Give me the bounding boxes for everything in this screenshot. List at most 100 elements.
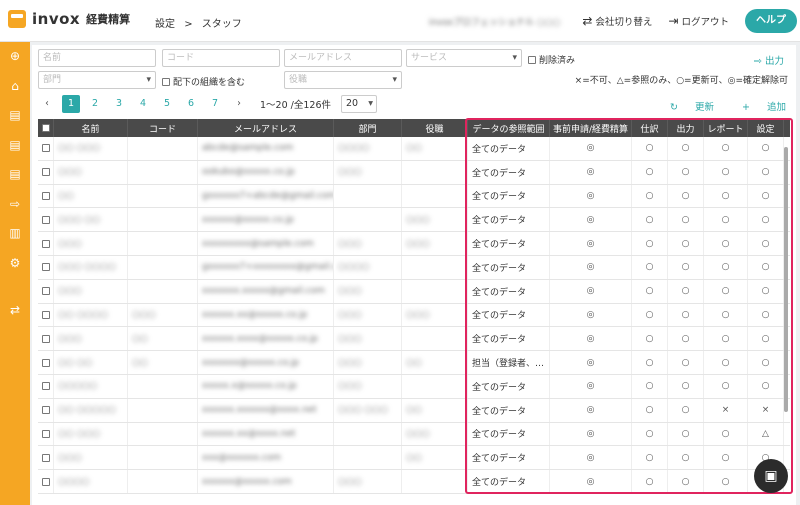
- col-position[interactable]: 役職: [402, 119, 468, 137]
- table-row[interactable]: ○○○ xxxxxxx.xxxxx@gmail.com ○○○ 全てのデータ ◎ ○ ○ ○ ○: [38, 279, 790, 304]
- cell-scope: 全てのデータ: [468, 303, 550, 327]
- next-page-button[interactable]: ›: [230, 95, 248, 113]
- logo[interactable]: invox 経費精算: [8, 10, 130, 28]
- col-code[interactable]: コード: [128, 119, 198, 137]
- row-checkbox[interactable]: [38, 351, 54, 374]
- cell-settings: ○: [748, 255, 784, 279]
- cell-name: ○○○: [54, 232, 128, 255]
- help-button[interactable]: ヘルプ: [745, 9, 797, 33]
- row-checkbox[interactable]: [38, 422, 54, 446]
- include-sub-checkbox[interactable]: 配下の組織を含む: [162, 75, 245, 88]
- select-all-checkbox[interactable]: [38, 119, 54, 137]
- switch-company-button[interactable]: ⇄ 会社切り替え: [582, 14, 652, 28]
- page-6[interactable]: 6: [182, 95, 200, 113]
- table-row[interactable]: ○○○ ookubo@xxxxx.co.jp ○○○ 全てのデータ ◎ ○ ○ ○ ○: [38, 160, 790, 185]
- company-name: invoxプロフェッショナル ○○○: [428, 17, 561, 28]
- row-checkbox[interactable]: [38, 374, 54, 398]
- table-row[interactable]: ○○ ○○○○○ xxxxxx.xxxxxx@xxxx.net ○○○ ○○○ ○○ 全…: [38, 398, 790, 423]
- service-select[interactable]: サービス: [406, 49, 522, 67]
- page-1[interactable]: 1: [62, 95, 80, 113]
- output-button[interactable]: ⇨ 出力: [754, 53, 784, 67]
- chart-icon[interactable]: ▥: [0, 219, 30, 249]
- row-checkbox[interactable]: [38, 303, 54, 327]
- cell-dept: ○○○: [334, 279, 402, 303]
- table-header: 名前 コード メールアドレス 部門 役職 データの参照範囲 事前申請/経費精算 …: [38, 119, 790, 137]
- chat-button[interactable]: ▣: [754, 459, 788, 493]
- table-row[interactable]: ○○○ xxx@xxxxxx.com ○○ 全てのデータ ◎ ○ ○ ○ ○: [38, 446, 790, 471]
- add-button[interactable]: + 追加: [728, 99, 786, 113]
- col-name[interactable]: 名前: [54, 119, 128, 137]
- position-select[interactable]: 役職: [284, 71, 402, 89]
- cell-name: ○○○: [54, 160, 128, 184]
- page-2[interactable]: 2: [86, 95, 104, 113]
- col-dept[interactable]: 部門: [334, 119, 402, 137]
- row-checkbox[interactable]: [38, 255, 54, 279]
- row-checkbox[interactable]: [38, 137, 54, 160]
- cell-dept: ○○○: [334, 351, 402, 374]
- cell-output: ○: [668, 351, 704, 374]
- document-icon[interactable]: ▤: [0, 131, 30, 161]
- plus-circle-icon[interactable]: ⊕: [0, 42, 30, 72]
- col-email[interactable]: メールアドレス: [198, 119, 334, 137]
- cell-pre-expense: ◎: [550, 446, 632, 470]
- table-row[interactable]: ○○ ○○○ xxxxxx.xx@xxxx.net ○○○ 全てのデータ ◎ ○ ○ ○ △: [38, 422, 790, 447]
- cell-report: ○: [704, 232, 748, 255]
- row-checkbox[interactable]: [38, 470, 54, 493]
- table-row[interactable]: ○○○○xxxxxx@xxxxx.com○○○全てのデータ◎○○○○: [38, 470, 790, 494]
- row-checkbox[interactable]: [38, 446, 54, 470]
- email-filter[interactable]: メールアドレス: [284, 49, 402, 67]
- table-row[interactable]: ○○ ○○○○ ○○○ xxxxxx.xx@xxxxx.co.jp ○○○ ○○○ 全ての…: [38, 303, 790, 328]
- deleted-checkbox[interactable]: 削除済み: [528, 53, 575, 66]
- cell-dept: [334, 184, 402, 208]
- dept-select[interactable]: 部門: [38, 71, 156, 89]
- row-checkbox[interactable]: [38, 327, 54, 351]
- home-icon[interactable]: ⌂: [0, 72, 30, 102]
- cell-name: ○○ ○○○: [54, 137, 128, 160]
- code-filter[interactable]: コード: [162, 49, 280, 67]
- cell-code: ○○○: [128, 303, 198, 327]
- row-checkbox[interactable]: [38, 160, 54, 184]
- page-7[interactable]: 7: [206, 95, 224, 113]
- name-filter[interactable]: 名前: [38, 49, 156, 67]
- table-row[interactable]: ○○○ xxxxxxxxx@sample.com ○○○ ○○○ 全てのデータ ◎ ○ ○ ○ ○: [38, 232, 790, 256]
- table-row[interactable]: ○○ gxxxxxx7+abcde@gmail.com 全てのデータ ◎ ○ ○ ○ ○: [38, 184, 790, 209]
- table-row[interactable]: ○○ ○○ ○○ xxxxxxx@xxxxx.co.jp ○○○ ○○ 担当（登録者、… ◎…: [38, 351, 790, 375]
- cell-settings: ○: [748, 208, 784, 232]
- page-3[interactable]: 3: [110, 95, 128, 113]
- main-panel: 名前 コード メールアドレス サービス 削除済み ⇨ 出力 部門 配下の組織を含…: [32, 45, 796, 505]
- table-row[interactable]: ○○○ ○○ xxxxxx.xxxx@xxxxx.co.jp ○○○ 全てのデータ ◎ ○ ○…: [38, 327, 790, 352]
- cell-report: ○: [704, 184, 748, 208]
- cell-report: ○: [704, 374, 748, 398]
- table-row[interactable]: ○○○○○ xxxxx.x@xxxxx.co.jp ○○○ 全てのデータ ◎ ○ ○ ○ ○: [38, 374, 790, 399]
- row-checkbox[interactable]: [38, 208, 54, 232]
- cell-name: ○○: [54, 184, 128, 208]
- table-row[interactable]: ○○○ ○○ xxxxxx@xxxxx.co.jp ○○○ 全てのデータ ◎ ○ ○ ○ ○: [38, 208, 790, 233]
- table-scrollbar[interactable]: [783, 139, 789, 489]
- cell-code: [128, 255, 198, 279]
- row-checkbox[interactable]: [38, 398, 54, 422]
- cell-name: ○○○○: [54, 470, 128, 493]
- per-page-select[interactable]: 20: [341, 95, 377, 113]
- scroll-thumb[interactable]: [784, 147, 788, 412]
- transfer-icon[interactable]: ⇄: [0, 296, 30, 326]
- refresh-button[interactable]: ↻ 更新: [656, 99, 714, 113]
- row-checkbox[interactable]: [38, 279, 54, 303]
- breadcrumb-settings[interactable]: 設定: [155, 19, 175, 30]
- row-checkbox[interactable]: [38, 184, 54, 208]
- row-checkbox[interactable]: [38, 232, 54, 255]
- table-row[interactable]: ○○ ○○○ abcde@sample.com ○○○○ ○○ 全てのデータ ◎ ○ ○ ○ ○: [38, 137, 790, 161]
- document-icon[interactable]: ▤: [0, 101, 30, 131]
- export-icon[interactable]: ⇨: [0, 190, 30, 220]
- cell-code: [128, 446, 198, 470]
- logout-button[interactable]: ⇥ ログアウト: [668, 14, 729, 28]
- logo-icon: [8, 10, 26, 28]
- document-icon[interactable]: ▤: [0, 160, 30, 190]
- cell-name: ○○○ ○○○○: [54, 255, 128, 279]
- cell-email: xxxxxxx.xxxxx@gmail.com: [198, 279, 334, 303]
- chat-icon: ▣: [764, 468, 778, 484]
- gear-icon[interactable]: ⚙: [0, 249, 30, 279]
- table-row[interactable]: ○○○ ○○○○gxxxxxx7+xxxxxxxx@gmail.com○○○○全…: [38, 255, 790, 280]
- page-4[interactable]: 4: [134, 95, 152, 113]
- prev-page-button[interactable]: ‹: [38, 95, 56, 113]
- page-5[interactable]: 5: [158, 95, 176, 113]
